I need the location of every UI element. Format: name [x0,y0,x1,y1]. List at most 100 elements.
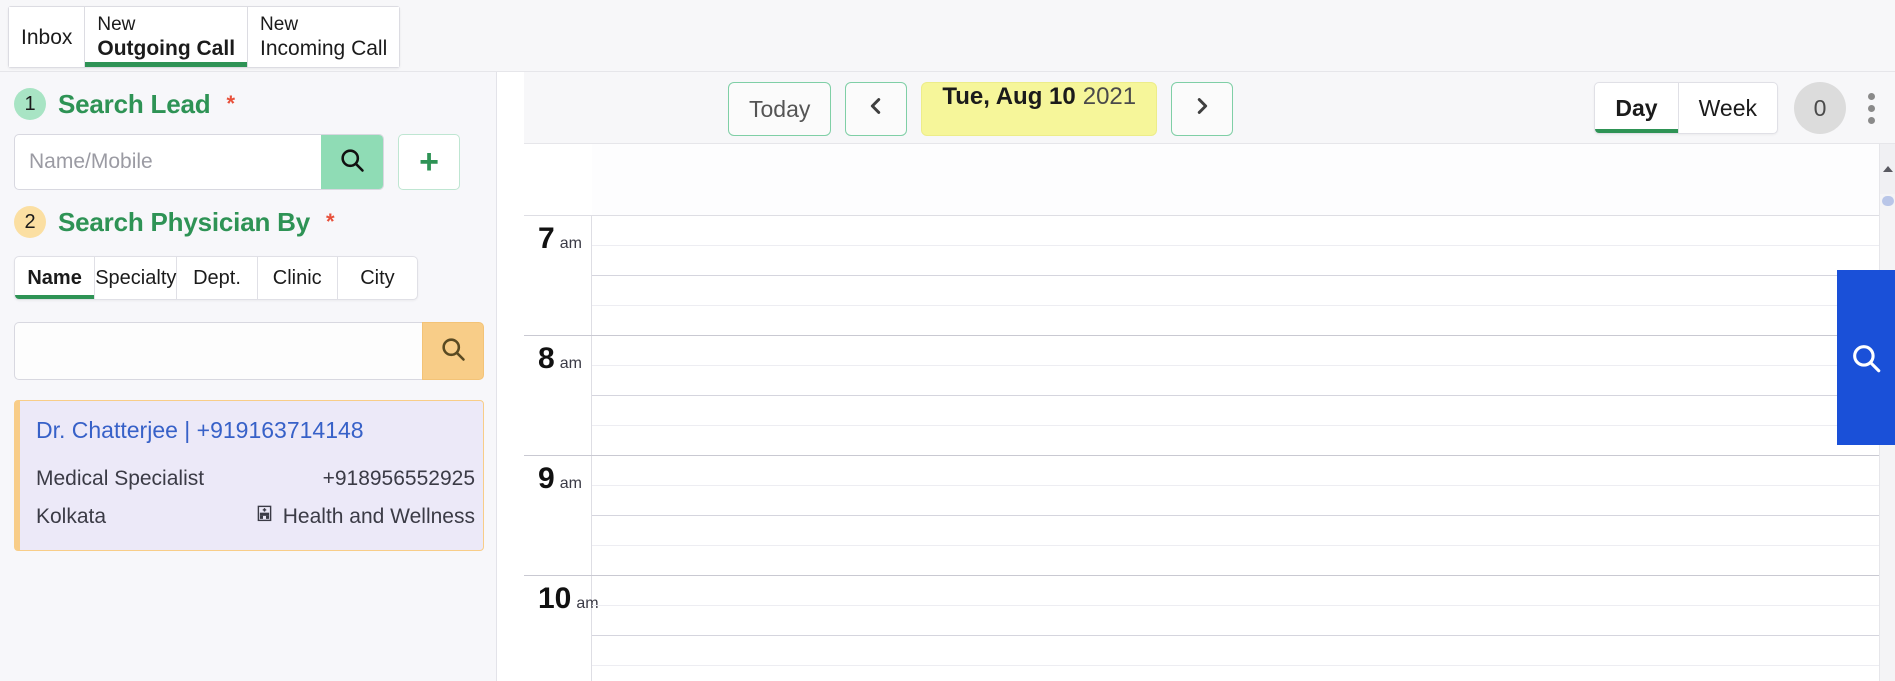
search-physician-required-mark: * [326,209,335,234]
hour-meridiem: am [559,235,582,252]
time-slot[interactable] [592,636,1895,666]
calendar-scroll-thumb[interactable] [1882,196,1894,206]
triangle-up-icon [1883,166,1893,172]
chevron-left-icon [865,93,887,126]
kebab-dot [1868,116,1875,124]
view-toggle-day[interactable]: Day [1595,83,1679,133]
time-slot[interactable] [592,216,1895,246]
lead-search-input[interactable] [15,135,321,189]
physician-filter-tabs: Name Specialty Dept. Clinic City [14,256,418,300]
tab-new-outgoing-call-line2: Outgoing Call [97,37,236,60]
time-slot[interactable] [592,246,1895,276]
hour-number: 8 [538,342,555,375]
lead-search-row: + [14,134,483,190]
time-slot[interactable] [592,666,1895,681]
hour-slots [592,216,1895,335]
time-slot[interactable] [592,606,1895,636]
current-date-button[interactable]: Tue, Aug 10 2021 [921,82,1158,136]
time-slot[interactable] [592,396,1895,426]
physician-search-row [14,322,484,380]
filter-tab-name-label: Name [27,266,82,289]
step-2-badge: 2 [14,206,46,238]
filter-tab-city-label: City [360,266,395,289]
filter-tab-city[interactable]: City [338,257,417,299]
calendar-time-grid: 7 am 8 am 9 am 10 am [524,144,1895,681]
hour-label: 10 am [524,582,599,615]
filter-tab-specialty-label: Specialty [95,266,177,289]
search-icon [1849,341,1883,375]
time-slot[interactable] [592,366,1895,396]
calendar-view-controls: Day Week 0 [1594,82,1881,134]
hour-label: 9 am [524,464,592,494]
calendar-allday-corner [524,144,592,216]
time-slot[interactable] [592,516,1895,546]
hour-meridiem: am [559,355,582,372]
calendar-hour-row: 7 am [524,216,1895,336]
physician-detail-left: Medical Specialist Kolkata [36,460,232,536]
prev-day-button[interactable] [845,82,908,136]
calendar-allday-row[interactable] [592,144,1895,216]
search-physician-section-header: 2 Search Physician By * [14,206,483,238]
time-slot[interactable] [592,336,1895,366]
physician-city: Kolkata [36,505,107,528]
filter-tab-clinic-label: Clinic [272,266,322,289]
hour-slots [592,576,1895,681]
search-lead-required-mark: * [226,91,235,116]
time-slot[interactable] [592,276,1895,306]
time-slot[interactable] [592,426,1895,456]
top-tab-bar: Inbox New Outgoing Call New Incoming Cal… [0,0,1895,72]
calendar-panel: Today Tue, Aug 10 2021 Day Week 0 7 am 8… [524,72,1895,681]
physician-detail-right: +918956552925 Health and Wellness [232,460,483,536]
plus-icon: + [419,143,439,181]
tab-new-outgoing-call[interactable]: New Outgoing Call [84,7,248,67]
calendar-scroll-up-button[interactable] [1880,144,1895,194]
tab-new-incoming-call-line1: New [260,14,299,35]
time-slot[interactable] [592,486,1895,516]
chevron-right-icon [1191,93,1213,126]
tab-strip: Inbox New Outgoing Call New Incoming Cal… [8,6,401,68]
filter-tab-clinic[interactable]: Clinic [258,257,338,299]
add-lead-button[interactable]: + [398,134,460,190]
hour-label: 7 am [524,224,592,254]
tab-inbox-label: Inbox [21,25,73,49]
today-button-label: Today [749,95,811,122]
hour-meridiem: am [559,475,582,492]
hour-number: 9 [538,462,555,495]
tab-inbox[interactable]: Inbox [9,7,85,67]
physician-search-button[interactable] [422,322,484,380]
calendar-nav-group: Today Tue, Aug 10 2021 [728,82,1234,136]
today-button[interactable]: Today [728,82,832,136]
lead-search-button[interactable] [321,135,383,189]
view-toggle-day-label: Day [1615,94,1658,121]
search-lead-title: Search Lead [58,88,211,119]
filter-tab-specialty[interactable]: Specialty [95,257,178,299]
time-slot[interactable] [592,456,1895,486]
kebab-menu-icon[interactable] [1862,89,1881,128]
physician-result-card[interactable]: Dr. Chatterjee | +919163714148 Medical S… [14,400,484,551]
view-toggle-week[interactable]: Week [1679,83,1777,133]
physician-specialty: Medical Specialist [36,467,205,490]
hour-number: 10 [538,582,572,615]
lead-search-box [14,134,384,190]
time-slot[interactable] [592,306,1895,336]
next-day-button[interactable] [1171,82,1234,136]
appointment-count-badge[interactable]: 0 [1794,82,1846,134]
time-slot[interactable] [592,546,1895,576]
search-icon [439,335,467,368]
kebab-dot [1868,104,1875,112]
left-sidebar: 1 Search Lead * + 2 [0,72,497,681]
current-date-main: Tue, Aug 10 [942,83,1076,110]
physician-search-input[interactable] [14,322,422,380]
calendar-toolbar: Today Tue, Aug 10 2021 Day Week 0 [524,72,1895,144]
physician-clinic-name: Health and Wellness [282,505,475,528]
calendar-hour-row: 8 am [524,336,1895,456]
filter-tab-name[interactable]: Name [15,257,96,299]
physician-name-phone[interactable]: Dr. Chatterjee | +919163714148 [36,417,483,444]
filter-tab-dept[interactable]: Dept. [177,257,258,299]
hour-slots [592,456,1895,575]
physician-detail-grid: Medical Specialist Kolkata +918956552925 [36,460,483,536]
time-slot[interactable] [592,576,1895,606]
step-1-badge: 1 [14,88,46,120]
tab-new-incoming-call[interactable]: New Incoming Call [247,7,400,67]
side-search-tab[interactable] [1837,270,1895,445]
